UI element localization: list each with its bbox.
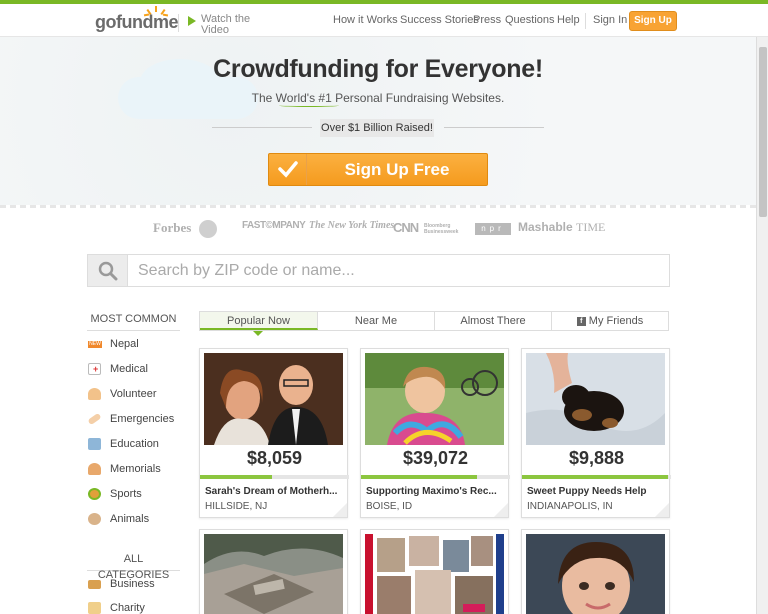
nav-how-it-works[interactable]: How it Works bbox=[333, 14, 398, 26]
page-scrollbar[interactable] bbox=[756, 37, 768, 614]
sidebar-item-nepal[interactable]: NEW Nepal bbox=[88, 336, 139, 352]
sidebar-item-business[interactable]: Business bbox=[88, 576, 155, 592]
card-page-corner bbox=[655, 503, 669, 517]
sign-up-free-label: Sign Up Free bbox=[344, 160, 450, 179]
tab-my-friends[interactable]: f My Friends bbox=[552, 312, 668, 330]
press-logo-bloomberg: Bloomberg Businessweek bbox=[424, 223, 459, 235]
scrollbar-thumb[interactable] bbox=[759, 47, 767, 217]
tab-near-me[interactable]: Near Me bbox=[318, 312, 435, 330]
nav-sign-in[interactable]: Sign In bbox=[593, 14, 627, 26]
campaign-card[interactable]: $39,072 Supporting Maximo's Rec... BOISE… bbox=[360, 348, 510, 518]
raised-banner: Over $1 Billion Raised! bbox=[320, 119, 434, 137]
hero-title: Crowdfunding for Everyone! bbox=[213, 55, 543, 83]
memorial-icon bbox=[88, 463, 101, 476]
sidebar-item-emergencies[interactable]: Emergencies bbox=[87, 411, 174, 427]
hero-underline-decoration bbox=[279, 104, 339, 107]
campaign-card[interactable]: $8,059 Sarah's Dream of Motherh... HILLS… bbox=[199, 348, 349, 518]
most-common-heading: MOST COMMON bbox=[87, 311, 180, 331]
briefcase-icon bbox=[88, 579, 101, 589]
amount-raised: $39,072 bbox=[402, 448, 469, 468]
campaign-tabs: Popular Now Near Me Almost There f My Fri… bbox=[199, 311, 669, 331]
campaign-photo bbox=[365, 534, 504, 614]
new-badge: NEW bbox=[88, 340, 102, 348]
medical-icon: + bbox=[88, 363, 101, 376]
campaign-card[interactable]: $9,888 Sweet Puppy Needs Help INDIANAPOL… bbox=[521, 348, 671, 518]
sidebar-item-charity[interactable]: Charity bbox=[88, 600, 145, 614]
hero-torn-edge bbox=[0, 205, 756, 208]
gofundme-logo[interactable]: gofundme bbox=[95, 12, 179, 33]
sidebar-item-education[interactable]: Education bbox=[88, 436, 159, 452]
campaign-title[interactable]: Sweet Puppy Needs Help bbox=[527, 486, 667, 497]
campaign-photo bbox=[204, 353, 343, 445]
campaign-photo bbox=[526, 353, 665, 445]
bandage-icon bbox=[87, 412, 102, 426]
campaign-photo bbox=[526, 534, 665, 614]
progress-fill bbox=[522, 475, 669, 479]
campaign-photo bbox=[365, 353, 504, 445]
press-logo-npr: npr bbox=[475, 223, 511, 235]
checkmark-icon bbox=[269, 154, 307, 185]
sidebar-item-medical[interactable]: + Medical bbox=[88, 361, 148, 377]
press-logo-cnn: CNN bbox=[393, 220, 419, 235]
tab-popular-now[interactable]: Popular Now bbox=[200, 312, 318, 330]
progress-bar bbox=[361, 475, 510, 479]
campaign-card[interactable] bbox=[360, 529, 509, 614]
nav-success-stories[interactable]: Success Stories bbox=[400, 14, 479, 26]
tab-almost-there[interactable]: Almost There bbox=[435, 312, 552, 330]
sidebar-item-sports[interactable]: Sports bbox=[88, 486, 142, 502]
sign-up-free-button[interactable]: Sign Up Free bbox=[268, 153, 488, 186]
progress-fill bbox=[361, 475, 478, 479]
sidebar-item-volunteer[interactable]: Volunteer bbox=[88, 386, 156, 402]
campaign-title[interactable]: Sarah's Dream of Motherh... bbox=[205, 486, 345, 497]
header-sign-up-button[interactable]: Sign Up bbox=[629, 11, 677, 31]
press-logo-mashable: Mashable bbox=[518, 220, 573, 234]
campaign-card[interactable] bbox=[199, 529, 348, 614]
progress-fill bbox=[200, 475, 272, 479]
campaign-location: HILLSIDE, NJ bbox=[205, 501, 268, 512]
ball-icon bbox=[88, 488, 101, 501]
campaign-card[interactable] bbox=[521, 529, 670, 614]
hero-subtitle: The World's #1 Personal Fundraising Webs… bbox=[251, 91, 505, 105]
watch-video-link[interactable]: Watch the Video bbox=[201, 14, 261, 36]
campaign-location: BOISE, ID bbox=[366, 501, 413, 512]
nav-press[interactable]: Press bbox=[473, 14, 501, 26]
sidebar-item-animals[interactable]: Animals bbox=[88, 511, 149, 527]
press-logo-nyt: The New York Times bbox=[309, 220, 395, 231]
paw-icon bbox=[88, 513, 101, 526]
raised-rule-right bbox=[444, 127, 544, 128]
header-divider bbox=[178, 14, 179, 32]
charity-icon bbox=[88, 602, 101, 614]
play-icon[interactable] bbox=[188, 16, 196, 26]
press-logo-time: TIME bbox=[576, 220, 606, 234]
progress-bar bbox=[522, 475, 671, 479]
search-bar bbox=[87, 254, 670, 287]
raised-rule-left bbox=[212, 127, 312, 128]
campaign-photo bbox=[204, 534, 343, 614]
card-page-corner bbox=[494, 503, 508, 517]
press-logo-forbes: Forbes bbox=[153, 220, 192, 235]
book-icon bbox=[88, 438, 101, 451]
press-logo-wsj bbox=[199, 220, 217, 238]
facebook-icon: f bbox=[576, 316, 586, 326]
amount-raised: $9,888 bbox=[568, 448, 625, 468]
sidebar-item-memorials[interactable]: Memorials bbox=[88, 461, 161, 477]
nav-help[interactable]: Help bbox=[557, 14, 580, 26]
press-logo-fast-company: FAST©MPANY bbox=[242, 220, 306, 231]
amount-raised: $8,059 bbox=[246, 448, 303, 468]
site-header: gofundme Watch the Video How it Works Su… bbox=[0, 4, 768, 37]
volunteer-icon bbox=[88, 388, 101, 401]
search-input[interactable] bbox=[138, 255, 658, 286]
progress-bar bbox=[200, 475, 349, 479]
campaign-title[interactable]: Supporting Maximo's Rec... bbox=[366, 486, 506, 497]
card-page-corner bbox=[333, 503, 347, 517]
nav-questions[interactable]: Questions bbox=[505, 14, 555, 26]
search-icon[interactable] bbox=[88, 255, 128, 286]
active-tab-pointer bbox=[253, 331, 263, 336]
all-categories-heading: ALL CATEGORIES bbox=[87, 551, 180, 581]
nav-separator bbox=[585, 13, 586, 29]
campaign-location: INDIANAPOLIS, IN bbox=[527, 501, 613, 512]
